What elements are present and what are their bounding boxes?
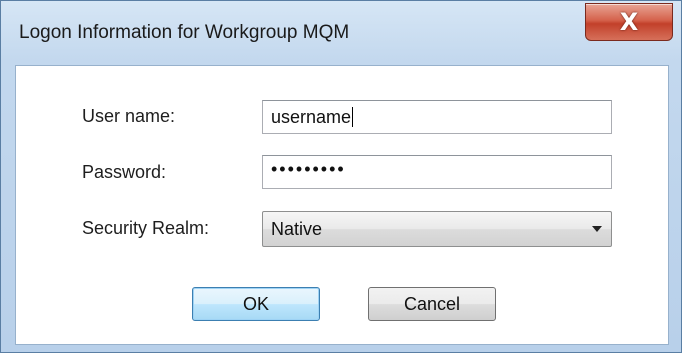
cancel-button[interactable]: Cancel (368, 287, 496, 321)
window-title: Logon Information for Workgroup MQM (19, 22, 350, 43)
close-icon: X (619, 8, 639, 36)
title-bar[interactable]: Logon Information for Workgroup MQM X (1, 1, 681, 63)
security-realm-select[interactable]: Native (262, 211, 612, 247)
security-realm-label: Security Realm: (82, 218, 210, 238)
password-mask: ••••••••• (271, 159, 346, 179)
logon-dialog: Logon Information for Workgroup MQM X Us… (0, 0, 682, 353)
ok-button[interactable]: OK (192, 287, 320, 321)
username-field[interactable]: username (262, 100, 612, 134)
password-label: Password: (82, 162, 167, 182)
username-label: User name: (82, 106, 176, 126)
chevron-down-icon[interactable] (592, 226, 602, 232)
close-button[interactable]: X (585, 3, 673, 41)
dialog-body: User name: username Password: ••••••••• … (15, 65, 669, 345)
text-caret (352, 107, 354, 127)
security-realm-value: Native (271, 219, 323, 239)
password-field[interactable]: ••••••••• (262, 155, 612, 189)
username-value: username (271, 107, 352, 127)
